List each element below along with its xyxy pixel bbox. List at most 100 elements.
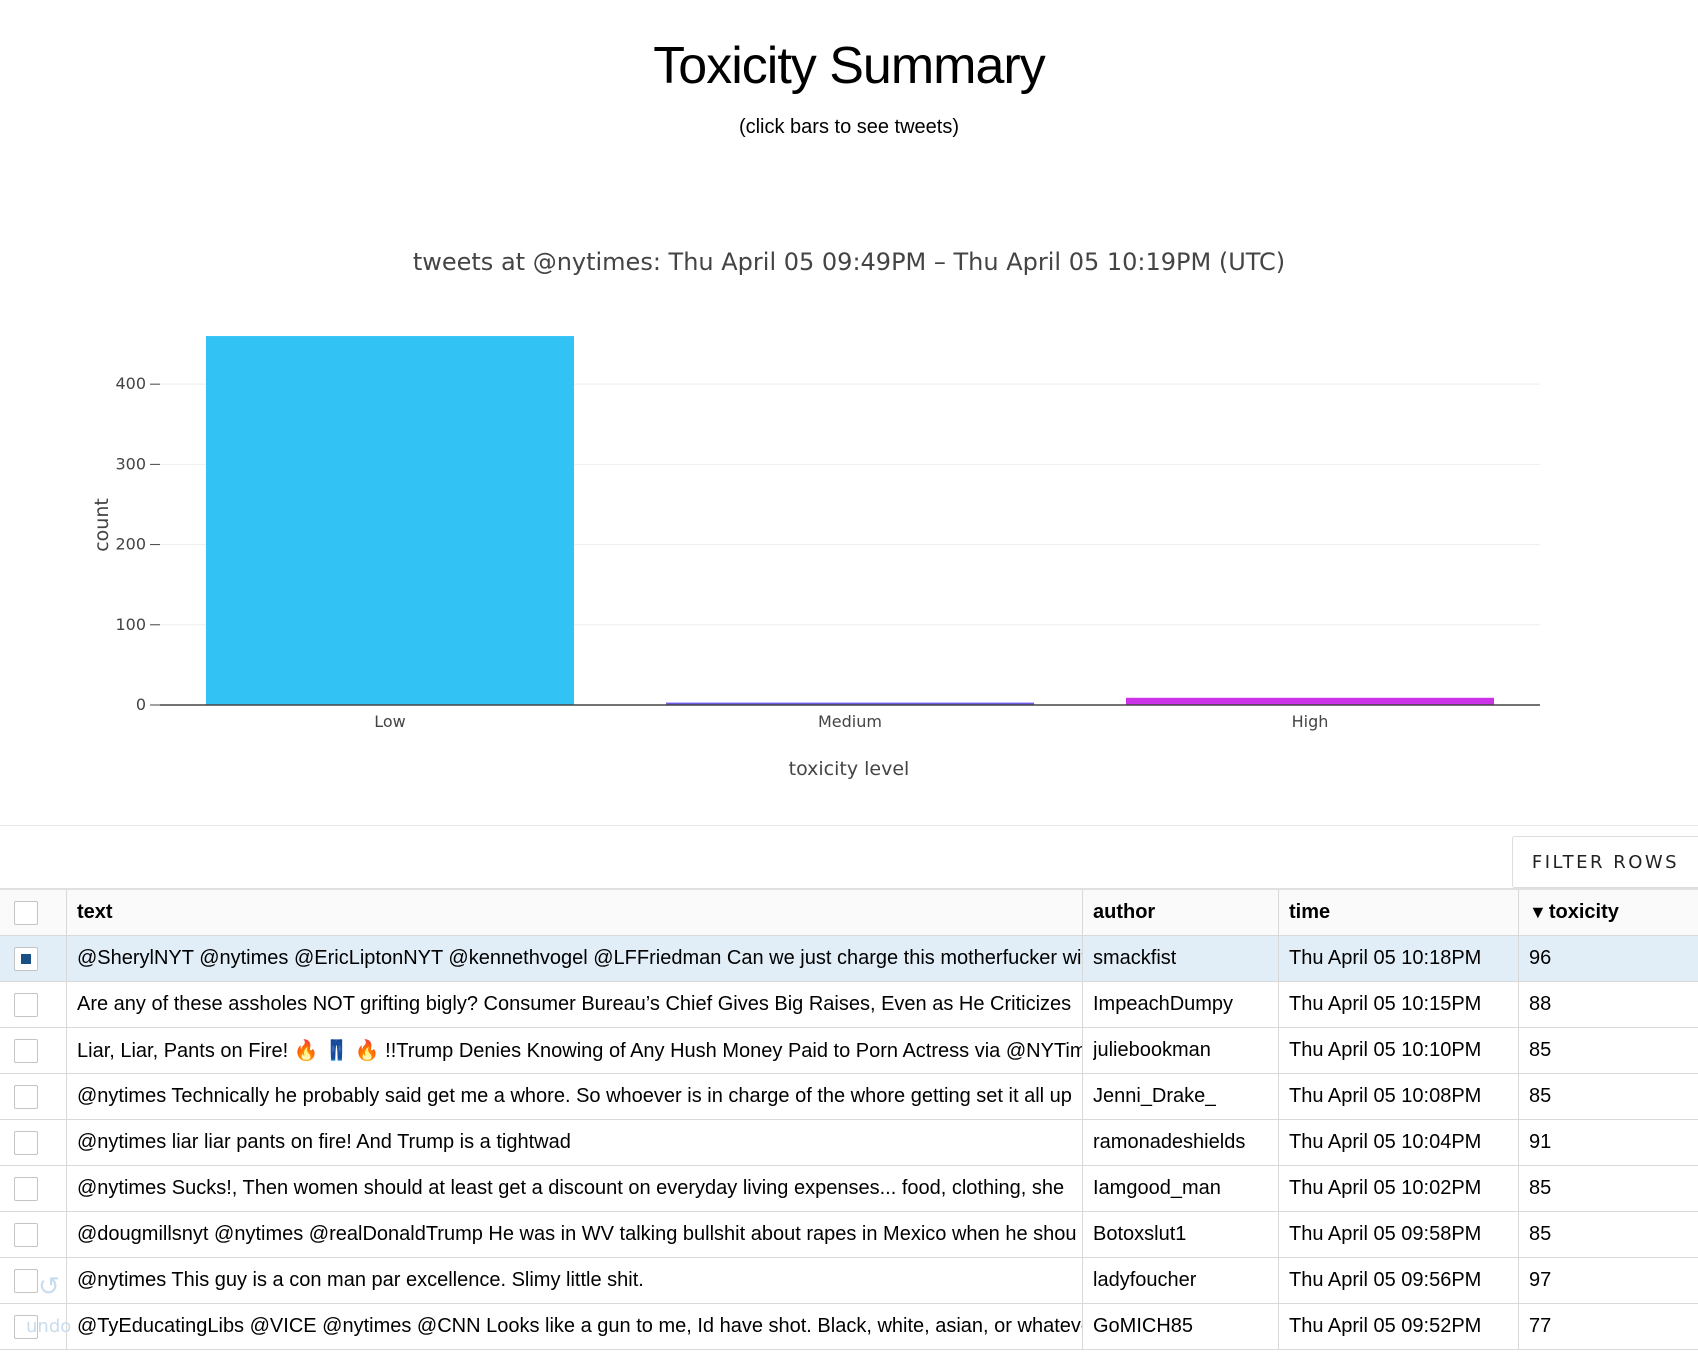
row-checkbox[interactable] (14, 1038, 38, 1063)
filter-rows-button[interactable]: FILTER ROWS (1512, 836, 1698, 888)
page-subtitle: (click bars to see tweets) (738, 116, 960, 138)
tweet-text: @nytimes Technically he probably said ge… (77, 1085, 1072, 1107)
table-row[interactable]: @dougmillsnyt @nytimes @realDonaldTrump … (0, 1212, 1698, 1258)
row-checkbox[interactable] (14, 992, 38, 1017)
select-all-checkbox[interactable] (14, 900, 38, 925)
toxicity-cell[interactable]: 97 (1519, 1258, 1698, 1303)
tweet-text-cell[interactable]: Liar, Liar, Pants on Fire! 🔥 👖 🔥 !!Trump… (67, 1028, 1083, 1073)
tweet-time: Thu April 05 10:10PM (1289, 1039, 1482, 1061)
author-cell[interactable]: Botoxslut1 (1083, 1212, 1279, 1257)
time-cell[interactable]: Thu April 05 09:52PM (1279, 1304, 1519, 1349)
toxicity-cell[interactable]: 85 (1519, 1074, 1698, 1119)
x-tick-label-high: High (1292, 712, 1329, 731)
toxicity-cell[interactable]: 96 (1519, 936, 1698, 981)
time-cell[interactable]: Thu April 05 09:58PM (1279, 1212, 1519, 1257)
author-name: Iamgood_man (1093, 1177, 1221, 1199)
author-cell[interactable]: ImpeachDumpy (1083, 982, 1279, 1027)
time-cell[interactable]: Thu April 05 10:18PM (1279, 936, 1519, 981)
time-cell[interactable]: Thu April 05 09:56PM (1279, 1258, 1519, 1303)
toxicity-cell[interactable]: 85 (1519, 1028, 1698, 1073)
author-cell[interactable]: juliebookman (1083, 1028, 1279, 1073)
y-tick-label: 300 (115, 454, 146, 473)
tweet-text-cell[interactable]: @SherylNYT @nytimes @EricLiptonNYT @kenn… (67, 936, 1083, 981)
time-cell[interactable]: Thu April 05 10:02PM (1279, 1166, 1519, 1211)
table-row[interactable]: Liar, Liar, Pants on Fire! 🔥 👖 🔥 !!Trump… (0, 1028, 1698, 1074)
time-cell[interactable]: Thu April 05 10:15PM (1279, 982, 1519, 1027)
table-row[interactable]: @SherylNYT @nytimes @EricLiptonNYT @kenn… (0, 936, 1698, 982)
toxicity-cell[interactable]: 77 (1519, 1304, 1698, 1349)
toxicity-score: 96 (1529, 947, 1552, 969)
author-cell[interactable]: Jenni_Drake_ (1083, 1074, 1279, 1119)
row-checkbox[interactable] (14, 1084, 38, 1109)
table-header-row: text author time ▼ toxicity (0, 888, 1698, 936)
column-header-text[interactable]: text (67, 890, 1083, 935)
tweet-text: @SherylNYT @nytimes @EricLiptonNYT @kenn… (77, 947, 1082, 969)
row-select-cell (0, 936, 67, 981)
tweet-text-cell[interactable]: @nytimes liar liar pants on fire! And Tr… (67, 1120, 1083, 1165)
row-checkbox[interactable] (14, 1222, 38, 1247)
undo-button[interactable]: ↺ undo (20, 1272, 80, 1352)
tweet-text: Are any of these assholes NOT grifting b… (77, 993, 1072, 1015)
column-header-toxicity[interactable]: ▼ toxicity (1519, 890, 1698, 935)
time-cell[interactable]: Thu April 05 10:08PM (1279, 1074, 1519, 1119)
table-row[interactable]: @nytimes Technically he probably said ge… (0, 1074, 1698, 1120)
row-checkbox[interactable] (14, 1130, 38, 1155)
toxicity-score: 91 (1529, 1131, 1552, 1153)
table-row[interactable]: @TyEducatingLibs @VICE @nytimes @CNN Loo… (0, 1304, 1698, 1350)
toxicity-cell[interactable]: 91 (1519, 1120, 1698, 1165)
row-select-cell (0, 982, 67, 1027)
author-name: juliebookman (1093, 1039, 1211, 1061)
toxicity-cell[interactable]: 88 (1519, 982, 1698, 1027)
toxicity-cell[interactable]: 85 (1519, 1212, 1698, 1257)
page-title: Toxicity Summary (653, 37, 1045, 95)
row-select-cell (0, 1166, 67, 1211)
author-cell[interactable]: smackfist (1083, 936, 1279, 981)
tweet-time: Thu April 05 10:02PM (1289, 1177, 1482, 1199)
author-name: smackfist (1093, 947, 1177, 969)
column-header-author[interactable]: author (1083, 890, 1279, 935)
toxicity-score: 85 (1529, 1085, 1552, 1107)
column-header-time[interactable]: time (1279, 890, 1519, 935)
tweet-text-cell[interactable]: @TyEducatingLibs @VICE @nytimes @CNN Loo… (67, 1304, 1083, 1349)
bar-high[interactable] (1126, 697, 1494, 705)
time-cell[interactable]: Thu April 05 10:10PM (1279, 1028, 1519, 1073)
x-tick-label-medium: Medium (818, 712, 882, 731)
time-cell[interactable]: Thu April 05 10:04PM (1279, 1120, 1519, 1165)
bar-low[interactable] (206, 336, 574, 705)
row-select-cell (0, 1212, 67, 1257)
tweet-text-cell[interactable]: @nytimes This guy is a con man par excel… (67, 1258, 1083, 1303)
table-body: @SherylNYT @nytimes @EricLiptonNYT @kenn… (0, 936, 1698, 1350)
toxicity-score: 77 (1529, 1315, 1552, 1337)
tweet-text-cell[interactable]: @nytimes Technically he probably said ge… (67, 1074, 1083, 1119)
header-select-cell (0, 890, 67, 935)
author-cell[interactable]: ladyfoucher (1083, 1258, 1279, 1303)
row-select-cell (0, 1120, 67, 1165)
author-name: GoMICH85 (1093, 1315, 1194, 1337)
author-cell[interactable]: ramonadeshields (1083, 1120, 1279, 1165)
tweet-text-cell[interactable]: Are any of these assholes NOT grifting b… (67, 982, 1083, 1027)
sort-descending-icon: ▼ (1529, 902, 1547, 922)
row-checkbox[interactable] (14, 1176, 38, 1201)
table-row[interactable]: @nytimes liar liar pants on fire! And Tr… (0, 1120, 1698, 1166)
toxicity-bar-chart: tweets at @nytimes: Thu April 05 09:49PM… (91, 248, 1540, 780)
tweet-time: Thu April 05 09:58PM (1289, 1223, 1482, 1245)
table-row[interactable]: @nytimes Sucks!, Then women should at le… (0, 1166, 1698, 1212)
toxicity-cell[interactable]: 85 (1519, 1166, 1698, 1211)
author-cell[interactable]: GoMICH85 (1083, 1304, 1279, 1349)
y-axis-label: count (91, 498, 113, 552)
tweet-text-cell[interactable]: @dougmillsnyt @nytimes @realDonaldTrump … (67, 1212, 1083, 1257)
column-header-time-label: time (1289, 901, 1331, 923)
toxicity-score: 85 (1529, 1177, 1552, 1199)
chart-bars (206, 336, 1494, 705)
row-checkbox[interactable] (14, 946, 38, 971)
table-row[interactable]: @nytimes This guy is a con man par excel… (0, 1258, 1698, 1304)
tweet-text: @nytimes This guy is a con man par excel… (77, 1269, 644, 1291)
y-tick-label: 200 (115, 535, 146, 554)
author-name: ImpeachDumpy (1093, 993, 1234, 1015)
tweet-time: Thu April 05 10:04PM (1289, 1131, 1482, 1153)
table-row[interactable]: Are any of these assholes NOT grifting b… (0, 982, 1698, 1028)
column-header-toxicity-label: toxicity (1548, 901, 1619, 923)
tweet-text: @nytimes Sucks!, Then women should at le… (77, 1177, 1065, 1199)
tweet-text-cell[interactable]: @nytimes Sucks!, Then women should at le… (67, 1166, 1083, 1211)
author-cell[interactable]: Iamgood_man (1083, 1166, 1279, 1211)
